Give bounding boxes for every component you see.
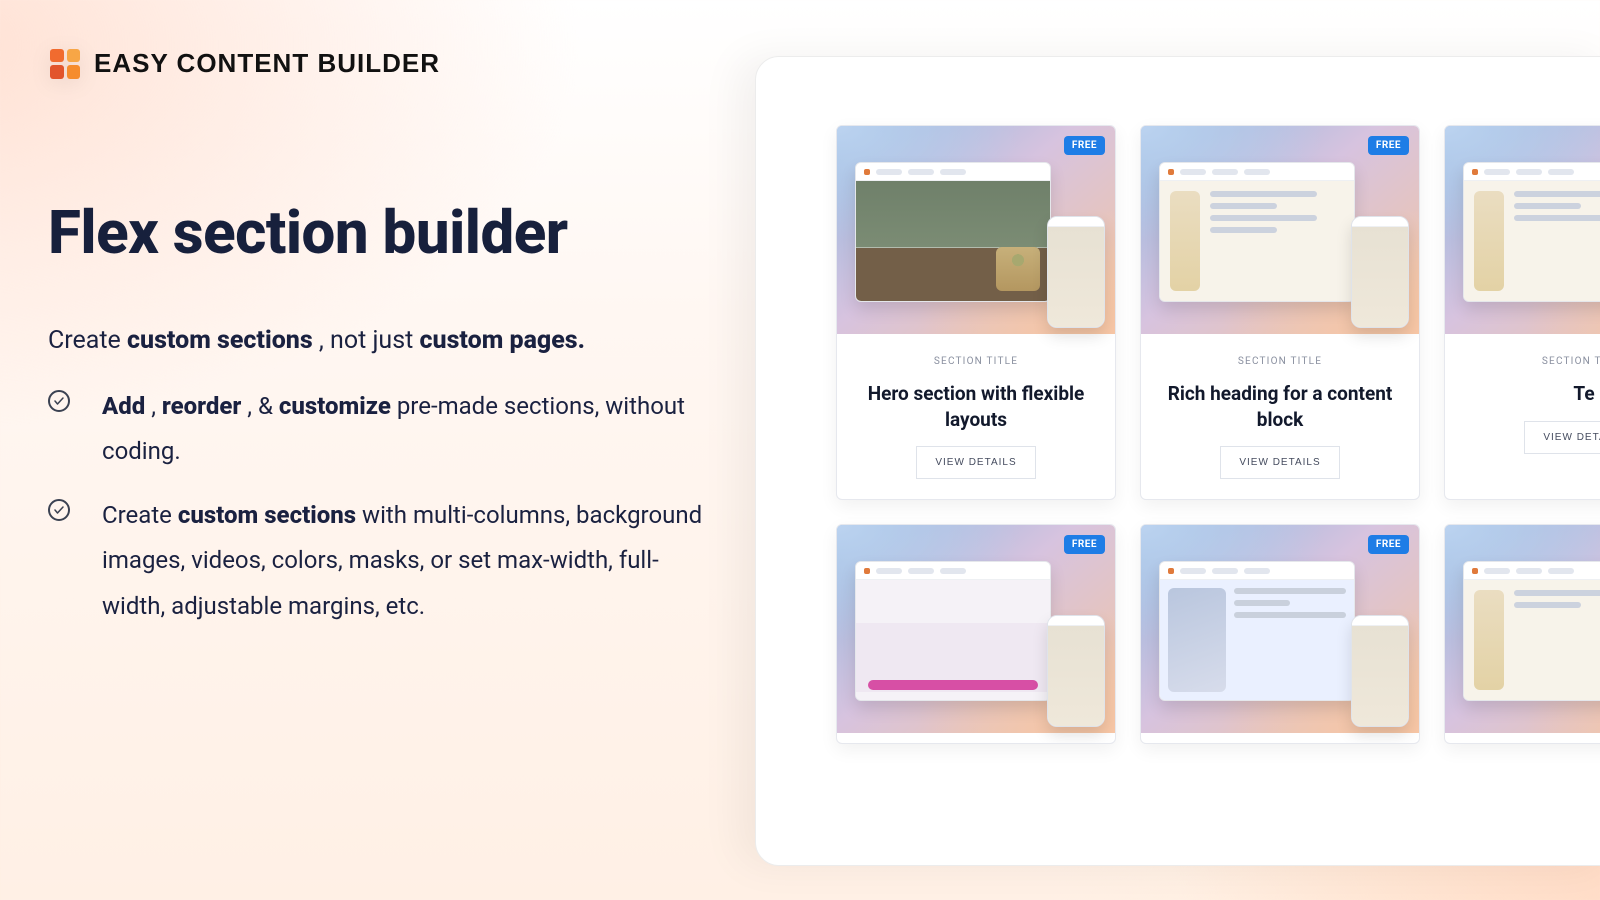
hero-lead-bold-2: custom pages.: [420, 326, 586, 355]
desktop-mock: [1159, 162, 1355, 302]
free-badge: FREE: [1368, 136, 1409, 155]
card-content: SECTION TITLE Rich heading for a content…: [1141, 334, 1419, 499]
card-thumbnail: FREE: [1445, 126, 1600, 334]
section-card[interactable]: FREE SECTION TITLE Rich heading for a co…: [1140, 125, 1420, 500]
bold: customize: [279, 392, 391, 420]
brand-mark-icon: [50, 49, 80, 79]
check-circle-icon: [48, 499, 70, 521]
card-eyebrow: SECTION TITLE: [1542, 356, 1600, 367]
card-thumbnail: FREE: [1141, 525, 1419, 733]
hero-lead: Create custom sections , not just custom…: [48, 322, 708, 360]
card-thumbnail: FREE: [1141, 126, 1419, 334]
brand-name: EASY CONTENT BUILDER: [94, 48, 440, 79]
gallery-grid: FREE SECTION TITLE Hero section with fle…: [836, 125, 1600, 744]
section-card[interactable]: FREE SECTION TITLE Te VIEW DETAILS: [1444, 125, 1600, 500]
card-thumbnail: FREE: [837, 525, 1115, 733]
card-thumbnail: FREE: [1445, 525, 1600, 733]
hero-feature-item: Add , reorder , & customize pre-made sec…: [48, 384, 708, 475]
free-badge: FREE: [1368, 535, 1409, 554]
section-card[interactable]: FREE: [1140, 524, 1420, 744]
phone-mock: [1047, 615, 1105, 727]
card-title: Rich heading for a content block: [1157, 381, 1403, 432]
phone-mock: [1351, 216, 1409, 328]
card-title: Te: [1573, 381, 1594, 407]
card-eyebrow: SECTION TITLE: [1238, 356, 1322, 367]
desktop-mock: [1463, 561, 1600, 701]
bold: custom sections: [178, 501, 356, 529]
free-badge: FREE: [1064, 535, 1105, 554]
view-details-button[interactable]: VIEW DETAILS: [1524, 421, 1600, 454]
card-thumbnail: FREE: [837, 126, 1115, 334]
card-content: SECTION TITLE Hero section with flexible…: [837, 334, 1115, 499]
bold: Add: [102, 392, 145, 420]
view-details-button[interactable]: VIEW DETAILS: [1220, 446, 1339, 479]
card-content: SECTION TITLE Te VIEW DETAILS: [1445, 334, 1600, 474]
hero-lead-text-1: Create: [48, 326, 127, 355]
hero-title: Flex section builder: [48, 200, 708, 266]
view-details-button[interactable]: VIEW DETAILS: [916, 446, 1035, 479]
desktop-mock: [1159, 561, 1355, 701]
t: , &: [247, 392, 279, 420]
hero-lead-text-2: , not just: [319, 326, 420, 355]
gallery-panel: FREE SECTION TITLE Hero section with fle…: [755, 56, 1600, 866]
desktop-mock: [855, 162, 1051, 302]
desktop-mock: [855, 561, 1051, 701]
hero-feature-text: Add , reorder , & customize pre-made sec…: [102, 384, 708, 475]
check-circle-icon: [48, 390, 70, 412]
card-title: Hero section with flexible layouts: [853, 381, 1099, 432]
free-badge: FREE: [1064, 136, 1105, 155]
card-eyebrow: SECTION TITLE: [934, 356, 1018, 367]
bold: reorder: [162, 392, 241, 420]
phone-mock: [1047, 216, 1105, 328]
brand: EASY CONTENT BUILDER: [50, 48, 440, 79]
hero-lead-bold-1: custom sections: [127, 326, 313, 355]
phone-mock: [1351, 615, 1409, 727]
desktop-mock: [1463, 162, 1600, 302]
section-card[interactable]: FREE: [836, 524, 1116, 744]
hero-feature-text: Create custom sections with multi-column…: [102, 493, 708, 630]
t: ,: [151, 392, 162, 420]
t: Create: [102, 501, 178, 529]
hero-feature-list: Add , reorder , & customize pre-made sec…: [48, 384, 708, 630]
section-card[interactable]: FREE SECTION TITLE Hero section with fle…: [836, 125, 1116, 500]
hero: Flex section builder Create custom secti…: [48, 200, 708, 647]
section-card[interactable]: FREE: [1444, 524, 1600, 744]
hero-feature-item: Create custom sections with multi-column…: [48, 493, 708, 630]
